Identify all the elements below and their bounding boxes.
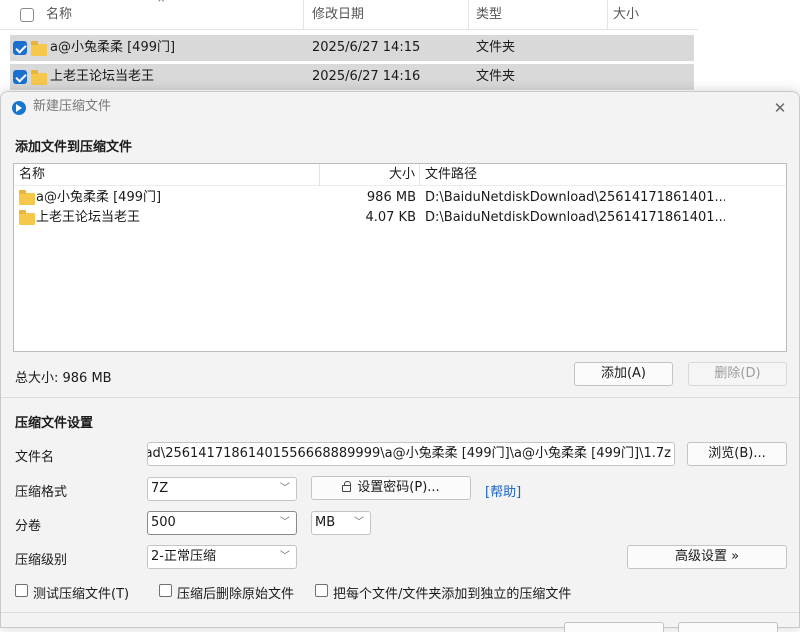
total-size: 总大小: 986 MB <box>15 371 112 386</box>
file-name: 上老王论坛当老王 <box>36 210 141 225</box>
level-label: 压缩级别 <box>15 553 68 568</box>
file-path: D:\BaiduNetdiskDownload\25614171861401..… <box>425 210 725 225</box>
separate-archives-label[interactable]: 把每个文件/文件夹添加到独立的压缩文件 <box>333 583 571 602</box>
explorer-row[interactable]: a@小兔柔柔 [499门] 2025/6/27 14:15 文件夹 <box>10 35 694 61</box>
file-size: 986 MB <box>366 190 416 205</box>
app-logo-icon <box>12 101 26 115</box>
file-list-row[interactable]: a@小兔柔柔 [499门] 986 MB D:\BaiduNetdiskDown… <box>14 188 786 208</box>
delete-after-compress-checkbox[interactable] <box>159 584 172 597</box>
footer-divider <box>1 612 799 613</box>
dialog-title-bar[interactable]: 新建压缩文件 ✕ <box>1 92 799 122</box>
new-archive-dialog: 新建压缩文件 ✕ 添加文件到压缩文件 名称 大小 文件路径 a@小兔柔柔 [49… <box>0 91 800 632</box>
file-list-header: 名称 大小 文件路径 <box>14 164 786 186</box>
browse-button[interactable]: 浏览(B)... <box>687 442 787 466</box>
filename-value: ownload\25614171861401556668889999\a@小兔柔… <box>147 446 671 461</box>
format-value: 7Z <box>151 481 169 496</box>
filename-input[interactable]: ownload\25614171861401556668889999\a@小兔柔… <box>147 442 675 466</box>
set-password-label: 设置密码(P)... <box>357 480 440 495</box>
volume-label: 分卷 <box>15 519 42 534</box>
file-name: a@小兔柔柔 [499门] <box>36 190 162 205</box>
row-checkbox[interactable] <box>13 41 27 55</box>
help-link[interactable]: [帮助] <box>485 481 521 500</box>
delete-after-compress-label[interactable]: 压缩后删除原始文件 <box>177 583 294 602</box>
column-modified-date[interactable]: 修改日期 <box>312 0 469 30</box>
list-column-name[interactable]: 名称 <box>19 164 320 186</box>
format-label: 压缩格式 <box>15 485 68 500</box>
folder-icon <box>19 190 35 205</box>
cancel-button-partial[interactable] <box>678 622 778 632</box>
list-column-path[interactable]: 文件路径 <box>425 164 725 186</box>
chevron-down-icon: ﹀ <box>280 517 290 528</box>
format-select[interactable]: 7Z ﹀ <box>147 477 297 501</box>
volume-unit-select[interactable]: MB ﹀ <box>311 511 371 535</box>
chevron-down-icon: ﹀ <box>354 517 364 528</box>
compression-level-value: 2-正常压缩 <box>151 549 216 564</box>
folder-icon <box>19 210 35 225</box>
compression-level-select[interactable]: 2-正常压缩 ﹀ <box>147 545 297 569</box>
test-archive-checkbox[interactable] <box>15 584 28 597</box>
column-type[interactable]: 类型 <box>476 0 608 30</box>
test-archive-label[interactable]: 测试压缩文件(T) <box>33 583 129 602</box>
file-path: D:\BaiduNetdiskDownload\25614171861401..… <box>425 190 725 205</box>
add-files-section-title: 添加文件到压缩文件 <box>15 140 133 155</box>
column-name[interactable]: 名称 <box>46 0 304 30</box>
volume-size-combo[interactable]: 500 ﹀ <box>147 511 297 535</box>
separate-archives-checkbox[interactable] <box>315 584 328 597</box>
select-all-checkbox[interactable] <box>20 8 34 22</box>
row-type: 文件夹 <box>476 40 516 55</box>
explorer-row[interactable]: 上老王论坛当老王 2025/6/27 14:16 文件夹 <box>10 64 694 90</box>
column-size[interactable]: 大小 <box>613 0 698 30</box>
file-list[interactable]: 名称 大小 文件路径 a@小兔柔柔 [499门] 986 MB D:\Baidu… <box>13 163 787 352</box>
row-checkbox[interactable] <box>13 70 27 84</box>
row-name: a@小兔柔柔 [499门] <box>50 40 176 55</box>
archive-settings-title: 压缩文件设置 <box>15 416 94 431</box>
explorer-column-header: ^ 名称 修改日期 类型 大小 <box>0 0 698 30</box>
chevron-down-icon: ﹀ <box>280 551 290 562</box>
add-button[interactable]: 添加(A) <box>574 362 673 386</box>
delete-button[interactable]: 删除(D) <box>688 362 787 386</box>
set-password-button[interactable]: 设置密码(P)... <box>311 476 471 500</box>
close-icon: ✕ <box>773 99 787 117</box>
folder-icon <box>31 41 47 56</box>
section-divider <box>1 397 799 398</box>
file-size: 4.07 KB <box>365 210 416 225</box>
ok-button-partial[interactable] <box>564 622 664 632</box>
row-type: 文件夹 <box>476 69 516 84</box>
close-button[interactable]: ✕ <box>769 97 791 119</box>
row-name: 上老王论坛当老王 <box>50 69 155 84</box>
row-date: 2025/6/27 14:16 <box>312 69 421 84</box>
explorer-background: ^ 名称 修改日期 类型 大小 a@小兔柔柔 [499门] 2025/6/27 … <box>0 0 800 100</box>
row-date: 2025/6/27 14:15 <box>312 40 421 55</box>
dialog-title: 新建压缩文件 <box>33 99 112 114</box>
lock-icon <box>342 481 352 492</box>
volume-unit-value: MB <box>315 515 336 530</box>
filename-label: 文件名 <box>15 450 55 465</box>
advanced-settings-button[interactable]: 高级设置 » <box>627 545 787 569</box>
folder-icon <box>31 70 47 85</box>
volume-size-value: 500 <box>151 515 176 530</box>
file-list-row[interactable]: 上老王论坛当老王 4.07 KB D:\BaiduNetdiskDownload… <box>14 208 786 228</box>
list-column-size[interactable]: 大小 <box>320 164 420 186</box>
chevron-down-icon: ﹀ <box>280 483 290 494</box>
